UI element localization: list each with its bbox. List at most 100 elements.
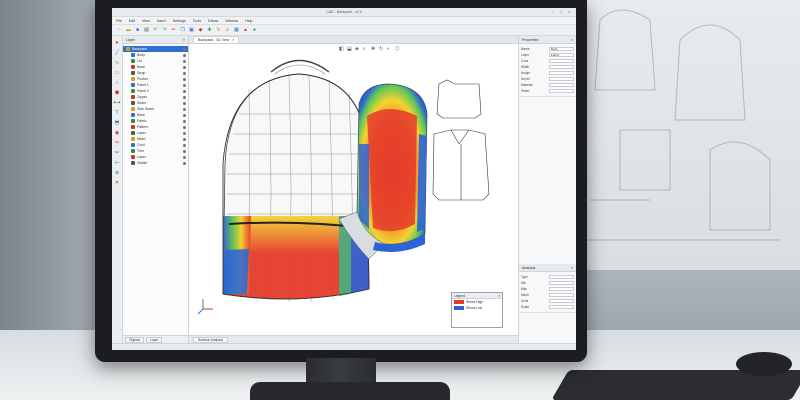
minimize-button[interactable]: –: [552, 10, 556, 14]
menu-edit[interactable]: Edit: [129, 19, 135, 23]
properties-close-icon[interactable]: ×: [571, 38, 573, 42]
trim-icon[interactable]: ✄: [114, 150, 121, 157]
pattern-pieces: [432, 79, 490, 201]
snap-icon[interactable]: ⊕: [114, 170, 121, 177]
measure-icon[interactable]: ⟷: [113, 100, 120, 107]
3d-canvas[interactable]: Legend × Stress High Stress Low: [189, 44, 518, 335]
polygon-icon[interactable]: ⬟: [114, 90, 121, 97]
layer-label: Cord: [137, 143, 145, 147]
mouse: [736, 352, 792, 376]
menu-extras[interactable]: Extras: [208, 19, 218, 23]
visibility-icon[interactable]: [183, 137, 186, 141]
print-icon[interactable]: ▤: [143, 27, 150, 34]
menu-insert[interactable]: Insert: [157, 19, 166, 23]
property-value-field[interactable]: [549, 83, 574, 87]
property-value-field[interactable]: [549, 65, 574, 69]
property-value-field[interactable]: [549, 299, 574, 303]
layers-icon[interactable]: ▲: [242, 27, 249, 34]
visibility-icon[interactable]: [183, 131, 186, 135]
layer-label: Seam: [137, 101, 147, 105]
analysis-close-icon[interactable]: ×: [571, 266, 573, 270]
cut-icon[interactable]: ✂: [170, 27, 177, 34]
layer-icon: [131, 155, 135, 159]
property-value-field[interactable]: [549, 293, 574, 297]
visibility-icon[interactable]: [183, 83, 186, 87]
properties-panel: Properties × Name Body Layer Fabric Color Wid…: [518, 36, 576, 343]
property-value-field[interactable]: [549, 71, 574, 75]
zoom-icon[interactable]: ⌕: [224, 27, 231, 34]
property-value-field[interactable]: Body: [549, 47, 574, 51]
menu-settings[interactable]: Settings: [173, 19, 186, 23]
property-value-field[interactable]: [549, 281, 574, 285]
visibility-icon[interactable]: [183, 113, 186, 117]
open-icon[interactable]: ▬: [125, 27, 132, 34]
document-tab[interactable]: Backpack - 3D View ×: [193, 36, 240, 43]
visibility-icon[interactable]: [183, 59, 186, 63]
properties-main: Name Body Layer Fabric Color Width Height Depth…: [519, 44, 576, 97]
property-value-field[interactable]: [549, 275, 574, 279]
delete-icon[interactable]: ✕: [114, 180, 121, 187]
undo-icon[interactable]: ↶: [152, 27, 159, 34]
select-icon[interactable]: ◆: [197, 27, 204, 34]
property-value-field[interactable]: [549, 89, 574, 93]
layer-label: Mesh: [137, 137, 146, 141]
property-value-field[interactable]: [549, 287, 574, 291]
visibility-icon[interactable]: [183, 107, 186, 111]
visibility-icon[interactable]: [183, 149, 186, 153]
rotate-icon[interactable]: ↻: [215, 27, 222, 34]
visibility-icon[interactable]: [183, 47, 186, 51]
text-icon[interactable]: T: [114, 110, 121, 117]
save-icon[interactable]: ■: [134, 27, 141, 34]
visibility-icon[interactable]: [183, 89, 186, 93]
footer-tab-layer[interactable]: Layer: [146, 336, 163, 343]
menu-tools[interactable]: Tools: [193, 19, 201, 23]
menu-help[interactable]: Help: [245, 19, 252, 23]
line-icon[interactable]: ╱: [114, 50, 121, 57]
layer-item[interactable]: Visible: [123, 160, 188, 166]
analysis-header: Analysis ×: [519, 264, 576, 272]
menu-file[interactable]: File: [116, 19, 122, 23]
layer-icon: [131, 59, 135, 63]
layer-icon: [131, 89, 135, 93]
property-value-field[interactable]: [549, 77, 574, 81]
visibility-icon[interactable]: [183, 65, 186, 69]
curve-icon[interactable]: ∿: [114, 60, 121, 67]
pointer-icon[interactable]: ➤: [114, 40, 121, 47]
property-value-field[interactable]: Fabric: [549, 53, 574, 57]
extrude-icon[interactable]: ⬒: [114, 120, 121, 127]
rect-icon[interactable]: ▭: [114, 70, 121, 77]
menu-view[interactable]: View: [142, 19, 150, 23]
new-icon[interactable]: ▫: [116, 27, 123, 34]
visibility-icon[interactable]: [183, 143, 186, 147]
visibility-icon[interactable]: [183, 155, 186, 159]
footer-tab-objects[interactable]: Objects: [125, 336, 145, 343]
visibility-icon[interactable]: [183, 77, 186, 81]
redo-icon[interactable]: ↷: [161, 27, 168, 34]
panel-close-icon[interactable]: ×: [183, 38, 185, 42]
visibility-icon[interactable]: [183, 161, 186, 165]
mirror-icon[interactable]: ⇋: [114, 140, 121, 147]
maximize-button[interactable]: □: [560, 10, 564, 14]
circle-icon[interactable]: ○: [114, 80, 121, 87]
legend-close-icon[interactable]: ×: [498, 294, 500, 298]
visibility-icon[interactable]: [183, 119, 186, 123]
visibility-icon[interactable]: [183, 101, 186, 105]
properties-header: Properties ×: [519, 36, 576, 44]
property-value-field[interactable]: [549, 305, 574, 309]
dimension-icon[interactable]: ⊢: [114, 160, 121, 167]
fill-icon[interactable]: ◉: [114, 130, 121, 137]
copy-icon[interactable]: ❐: [179, 27, 186, 34]
render-icon[interactable]: ●: [251, 27, 258, 34]
layer-icon: [131, 101, 135, 105]
visibility-icon[interactable]: [183, 95, 186, 99]
close-button[interactable]: ×: [568, 10, 572, 14]
property-value-field[interactable]: [549, 59, 574, 63]
paste-icon[interactable]: ▣: [188, 27, 195, 34]
menu-window[interactable]: Window: [225, 19, 238, 23]
close-tab-icon[interactable]: ×: [232, 38, 234, 42]
visibility-icon[interactable]: [183, 53, 186, 57]
visibility-icon[interactable]: [183, 125, 186, 129]
visibility-icon[interactable]: [183, 71, 186, 75]
move-icon[interactable]: ✚: [206, 27, 213, 34]
grid-icon[interactable]: ▦: [233, 27, 240, 34]
